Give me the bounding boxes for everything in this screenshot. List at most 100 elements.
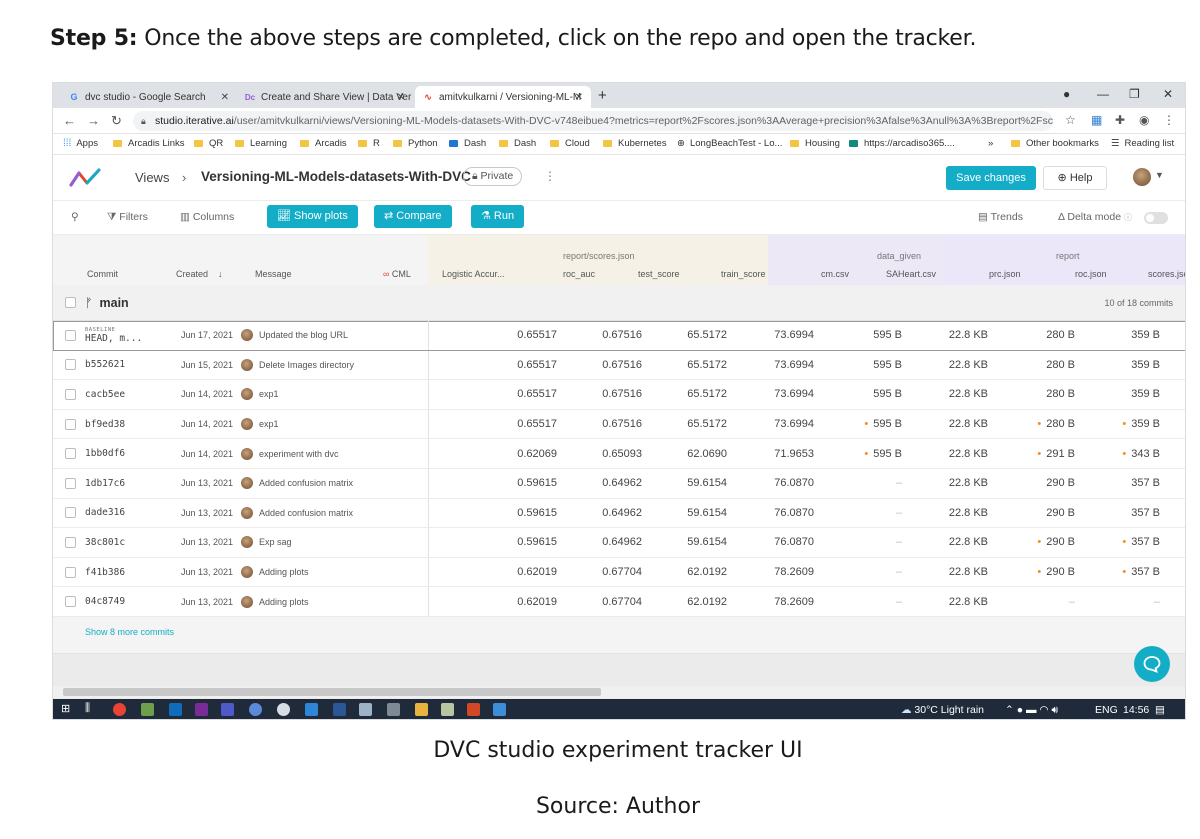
bookmark-reading-list[interactable]: ☰ Reading list xyxy=(1111,138,1174,149)
run-button[interactable]: ⚗ Run xyxy=(471,205,525,228)
col-saheart[interactable]: SAHeart.csv xyxy=(886,269,936,279)
commit-hash[interactable]: f41b386 xyxy=(85,558,125,587)
onedrive-icon[interactable] xyxy=(277,703,290,716)
help-button[interactable]: ⊕ Help xyxy=(1043,166,1107,190)
app-icon[interactable] xyxy=(249,703,262,716)
back-icon[interactable]: ← xyxy=(63,113,76,128)
app-icon[interactable] xyxy=(141,703,154,716)
close-icon[interactable]: ✕ xyxy=(397,92,405,103)
bookmark-apps[interactable]: ⁞⁞⁞ Apps xyxy=(63,138,98,149)
table-row[interactable]: 38c801c Jun 13, 2021 Exp sag 0.59615 0.64962… xyxy=(53,528,1185,558)
avatar[interactable] xyxy=(1133,168,1151,186)
extension-icon[interactable]: ▦ xyxy=(1091,113,1102,127)
bookmark-arcadiso365[interactable]: https://arcadiso365.... xyxy=(849,138,955,149)
row-checkbox[interactable] xyxy=(65,536,76,548)
col-train-score[interactable]: train_score xyxy=(721,269,766,279)
bookmark-cloud[interactable]: Cloud xyxy=(550,138,590,149)
bookmark-longbeachtest[interactable]: ⊕ LongBeachTest - Lo... xyxy=(677,138,782,149)
task-view-icon[interactable]: ⫼ xyxy=(85,702,98,715)
horizontal-scrollbar[interactable] xyxy=(63,688,601,696)
row-checkbox[interactable] xyxy=(65,566,76,578)
table-row[interactable]: b552621 Jun 15, 2021 Delete Images directo… xyxy=(53,350,1185,381)
tab-studio[interactable]: ∿ amitvkulkarni / Versioning-ML-M ✕ xyxy=(415,86,591,108)
table-row[interactable]: dade316 Jun 13, 2021 Added confusion matri… xyxy=(53,498,1185,529)
compare-button[interactable]: ⇄ Compare xyxy=(374,205,452,228)
commit-hash[interactable]: BASELINE HEAD, m... xyxy=(85,321,142,350)
weather-widget[interactable]: ☁ 30°C Light rain xyxy=(901,704,984,716)
bookmark-housing[interactable]: Housing xyxy=(790,138,840,149)
tray-icons[interactable]: ⌃ ● ▬ ◠ 🔊︎ xyxy=(1005,704,1058,717)
row-checkbox[interactable] xyxy=(65,359,76,371)
table-row[interactable]: 04c8749 Jun 13, 2021 Adding plots 0.62019 0.… xyxy=(53,587,1185,617)
menu-icon[interactable]: ⋮ xyxy=(1163,113,1175,127)
repo-title[interactable]: Versioning-ML-Models-datasets-With-DVC xyxy=(201,169,471,184)
close-icon[interactable]: ✕ xyxy=(221,92,229,103)
windows-start-icon[interactable]: ⊞ xyxy=(61,702,74,715)
app-icon[interactable] xyxy=(359,703,372,716)
outlook-icon[interactable] xyxy=(169,703,182,716)
file-explorer-icon[interactable] xyxy=(415,703,428,716)
commit-hash[interactable]: 1bb0df6 xyxy=(85,439,125,468)
show-plots-button[interactable]: 📈︎ Show plots xyxy=(267,205,358,228)
restore-icon[interactable]: ❐ xyxy=(1129,87,1140,101)
show-more-commits-link[interactable]: Show 8 more commits xyxy=(85,627,174,637)
commit-hash[interactable]: 04c8749 xyxy=(85,587,125,616)
commit-hash[interactable]: bf9ed38 xyxy=(85,410,125,439)
col-prc[interactable]: prc.json xyxy=(989,269,1021,279)
studio-logo-icon[interactable] xyxy=(69,167,101,189)
url-bar[interactable]: 🔒︎ studio.iterative.ai/user/amitvkulkarn… xyxy=(133,111,1053,131)
col-cm[interactable]: cm.csv xyxy=(821,269,849,279)
table-row[interactable]: bf9ed38 Jun 14, 2021 exp1 0.65517 0.67516 65.… xyxy=(53,409,1185,440)
app-icon[interactable] xyxy=(441,703,454,716)
bookmark-other[interactable]: Other bookmarks xyxy=(1011,138,1099,149)
save-changes-button[interactable]: Save changes xyxy=(946,166,1036,190)
profile-menu-icon[interactable]: ● xyxy=(1063,87,1070,101)
language-indicator[interactable]: ENG xyxy=(1095,704,1118,716)
close-window-icon[interactable]: ✕ xyxy=(1163,87,1173,101)
reload-icon[interactable]: ↻ xyxy=(111,113,122,129)
bookmark-r[interactable]: R xyxy=(358,138,380,149)
bookmark-arcadis-links[interactable]: Arcadis Links xyxy=(113,138,185,149)
app-icon[interactable] xyxy=(493,703,506,716)
chrome-icon[interactable] xyxy=(113,703,126,716)
new-tab-icon[interactable]: + xyxy=(598,87,607,104)
col-created[interactable]: Created ↓ xyxy=(176,269,223,279)
commit-hash[interactable]: cacb5ee xyxy=(85,380,125,409)
clock[interactable]: 14:56 xyxy=(1123,704,1149,716)
row-checkbox[interactable] xyxy=(65,448,76,460)
branch-row[interactable]: ᚠ main 10 of 18 commits xyxy=(53,285,1185,321)
bookmark-dash-1[interactable]: Dash xyxy=(449,138,486,149)
trends-button[interactable]: ▤ Trends xyxy=(978,211,1023,223)
table-row[interactable]: cacb5ee Jun 14, 2021 exp1 0.65517 0.67516 65.… xyxy=(53,380,1185,410)
bookmark-arcadis[interactable]: Arcadis xyxy=(300,138,347,149)
table-row[interactable]: f41b386 Jun 13, 2021 Adding plots 0.62019 0.… xyxy=(53,557,1185,588)
col-scores[interactable]: scores.jso xyxy=(1148,269,1185,279)
forward-icon[interactable]: → xyxy=(87,113,100,128)
close-icon[interactable]: ✕ xyxy=(575,92,583,103)
minimize-icon[interactable]: — xyxy=(1097,87,1109,101)
row-checkbox[interactable] xyxy=(65,329,76,341)
bookmark-dash-2[interactable]: Dash xyxy=(499,138,536,149)
delta-mode-toggle[interactable] xyxy=(1144,212,1168,224)
bookmark-qr[interactable]: QR xyxy=(194,138,223,149)
teams-icon[interactable] xyxy=(221,703,234,716)
bookmark-overflow[interactable]: » xyxy=(988,138,993,149)
chevron-down-icon[interactable]: ▼ xyxy=(1155,170,1164,180)
word-icon[interactable] xyxy=(333,703,346,716)
onenote-icon[interactable] xyxy=(195,703,208,716)
table-row[interactable]: 1db17c6 Jun 13, 2021 Added confusion matri… xyxy=(53,468,1185,499)
row-checkbox[interactable] xyxy=(65,596,76,608)
bookmark-kubernetes[interactable]: Kubernetes xyxy=(603,138,667,149)
commit-hash[interactable]: b552621 xyxy=(85,351,125,380)
row-checkbox[interactable] xyxy=(65,507,76,519)
row-checkbox[interactable] xyxy=(65,388,76,400)
col-cml[interactable]: ∞ CML xyxy=(383,269,411,279)
commit-hash[interactable]: 38c801c xyxy=(85,528,125,557)
search-icon[interactable]: ⚲ xyxy=(71,211,79,223)
vscode-icon[interactable] xyxy=(305,703,318,716)
more-options-icon[interactable]: ⋮ xyxy=(544,169,556,183)
tab-dvc-docs[interactable]: Dc Create and Share View | Data Ver ✕ xyxy=(237,86,413,108)
bookmark-learning[interactable]: Learning xyxy=(235,138,287,149)
filters-button[interactable]: ⧩ Filters xyxy=(107,211,148,224)
table-row[interactable]: BASELINE HEAD, m... Jun 17, 2021 Updated th… xyxy=(53,321,1185,351)
